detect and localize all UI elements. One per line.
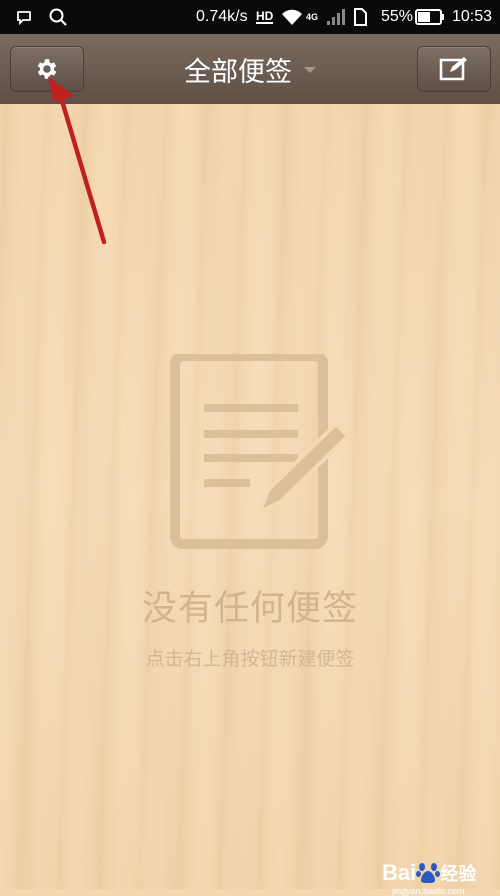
status-bar: 0.74k/s HD 4G 55% 10:53 [0,0,500,34]
note-edit-icon [170,354,350,549]
battery-icon [415,0,445,34]
chevron-down-icon [304,67,316,73]
settings-button[interactable] [10,46,84,92]
battery-percent: 55% [381,8,414,25]
watermark-brand-cn: 经验 [440,864,477,884]
notes-filter-dropdown[interactable]: 全部便签 [150,34,350,104]
new-note-button[interactable] [417,46,491,92]
network-speed: 0.74k/s [196,8,248,25]
page-title: 全部便签 [184,56,292,88]
empty-state-title: 没有任何便签 [141,589,358,629]
paw-icon [416,863,441,883]
hd-icon: HD [256,0,274,34]
search-icon [48,0,68,34]
wifi-icon [281,0,303,34]
compose-icon [439,57,467,81]
app-header: 全部便签 [0,34,500,104]
watermark-url: jingyan.baidu.com [392,886,465,896]
empty-state-hint: 点击右上角按钮新建便签 [145,648,355,670]
notes-content-area: 没有任何便签 点击右上角按钮新建便签 Bai 经验 jingyan.baidu.… [0,104,500,896]
hd-badge: HD [256,9,274,24]
clock: 10:53 [452,8,493,25]
signal-icon [326,0,346,34]
watermark-brand: Bai [382,860,417,885]
watermark: Bai 经验 jingyan.baidu.com [382,860,476,896]
gear-icon [37,59,57,79]
sim-icon [353,0,367,34]
message-icon [16,0,32,34]
network-type: 4G [306,12,319,22]
